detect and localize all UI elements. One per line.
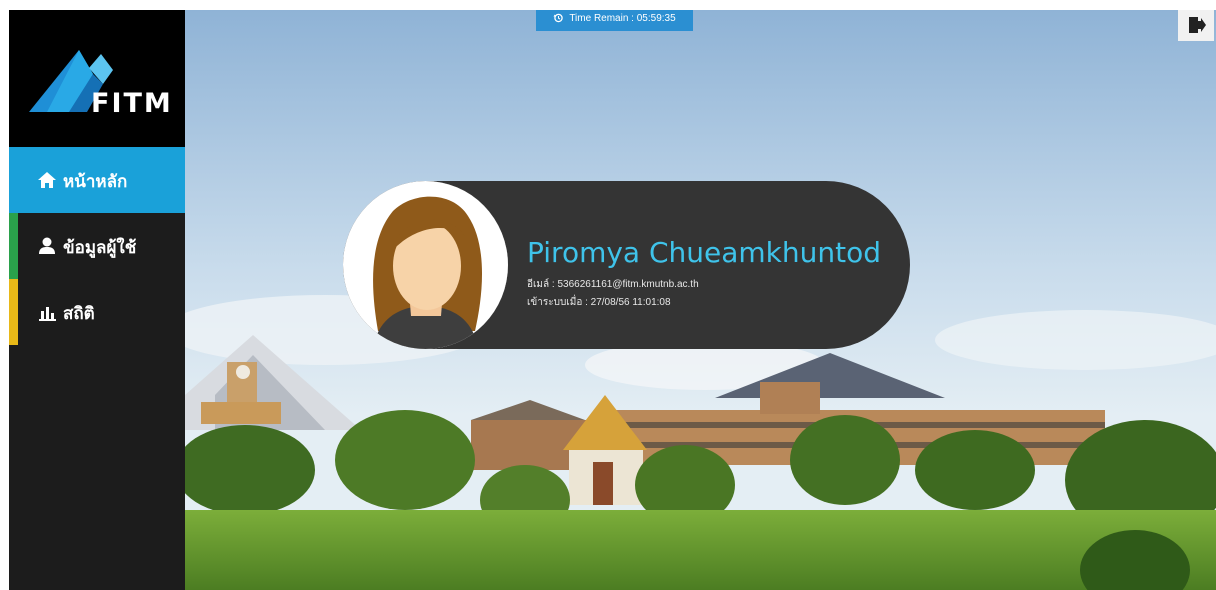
sidebar-accent-bar <box>9 147 18 213</box>
sidebar-accent-bar <box>9 279 18 345</box>
user-name: Piromya Chueamkhuntod <box>527 236 882 269</box>
user-icon <box>39 237 55 254</box>
session-timer: Time Remain : 05:59:35 <box>536 10 693 31</box>
bar-chart-icon <box>39 307 56 321</box>
sidebar-item-label: สถิติ <box>63 304 95 324</box>
last-login-time: เข้าระบบเมื่อ : 27/08/56 11:01:08 <box>527 297 671 308</box>
timer-text: Time Remain : 05:59:35 <box>569 13 676 24</box>
logout-button[interactable] <box>1178 10 1214 41</box>
app-window: FITM หน้าหลัก ข้อมูลผู้ใช้ สถิติ Time Re… <box>9 10 1216 590</box>
logo-text: FITM <box>91 88 173 119</box>
history-icon <box>553 14 564 23</box>
sidebar-accent-bar <box>9 213 18 279</box>
sidebar-item-home[interactable]: หน้าหลัก <box>9 147 185 213</box>
home-icon <box>38 172 56 188</box>
sidebar-item-stats[interactable]: สถิติ <box>9 279 185 345</box>
sidebar: FITM หน้าหลัก ข้อมูลผู้ใช้ สถิติ <box>9 10 185 590</box>
sidebar-item-profile[interactable]: ข้อมูลผู้ใช้ <box>9 213 185 279</box>
sidebar-item-label: หน้าหลัก <box>63 172 128 192</box>
user-profile-card: Piromya Chueamkhuntod อีเมล์ : 536626116… <box>343 181 910 349</box>
sign-out-icon <box>1189 17 1206 33</box>
main-content: Time Remain : 05:59:35 Piromya Chueamkhu… <box>185 10 1216 590</box>
user-email: อีเมล์ : 5366261161@fitm.kmutnb.ac.th <box>527 279 699 290</box>
user-avatar <box>343 181 508 349</box>
female-avatar-icon <box>343 181 508 349</box>
fitm-logo[interactable]: FITM <box>9 10 185 147</box>
sidebar-item-label: ข้อมูลผู้ใช้ <box>63 238 137 258</box>
